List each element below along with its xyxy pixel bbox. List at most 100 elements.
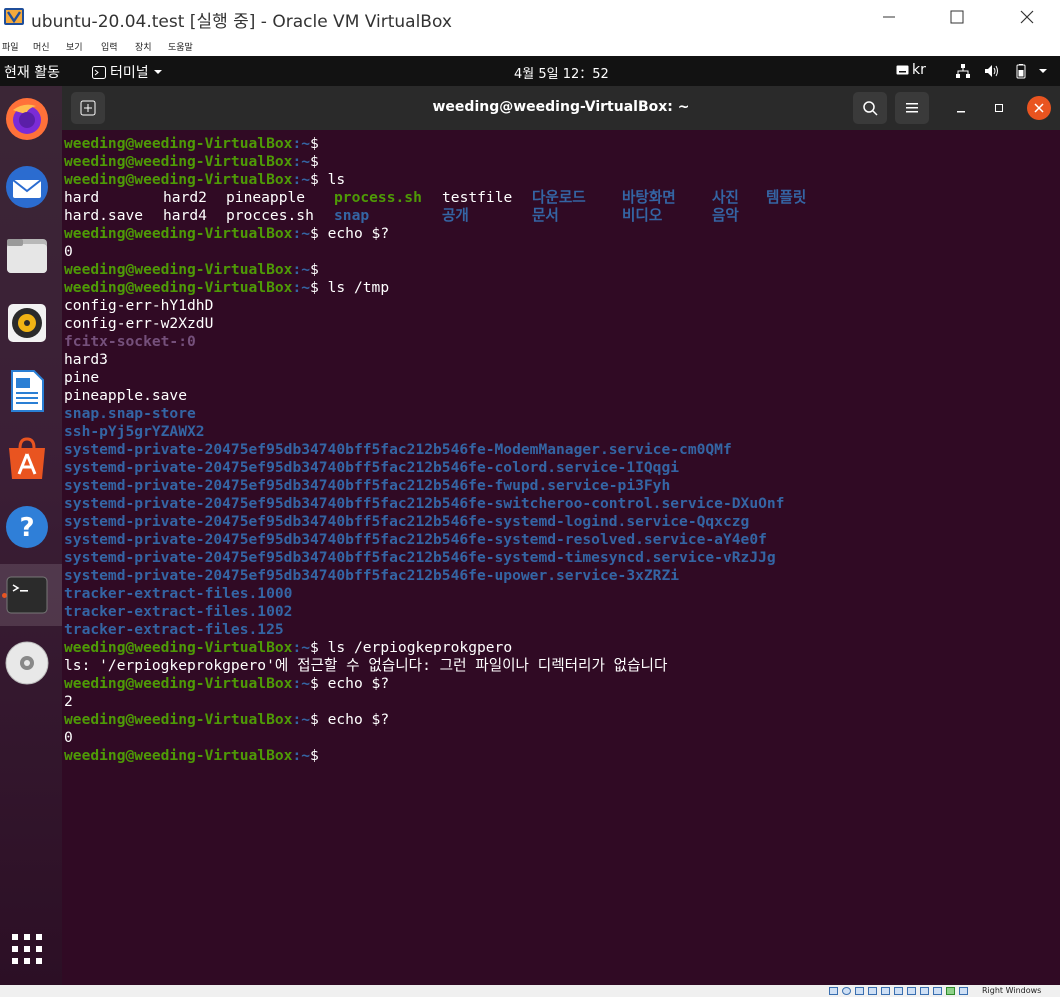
tmp-entry: systemd-private-20475ef95db34740bff5fac2… — [64, 441, 732, 458]
maximize-button[interactable] — [934, 0, 980, 34]
tmp-entry: ssh-pYj5grYZAWX2 — [64, 423, 205, 440]
clock[interactable]: 4월 5일 12：52 — [514, 63, 609, 82]
terminal-line: 2 — [64, 693, 73, 710]
menu-machine[interactable]: 머신 — [33, 40, 50, 53]
battery-icon[interactable] — [1013, 63, 1029, 79]
minimize-icon — [883, 16, 895, 18]
activities-button[interactable]: 현재 활동 — [4, 62, 60, 82]
firefox-icon — [6, 98, 48, 140]
tmp-entry: config-err-hY1dhD — [64, 297, 214, 314]
app-name: 터미널 — [110, 65, 149, 81]
tmp-entry: snap.snap-store — [64, 405, 196, 422]
display-icon[interactable] — [907, 987, 916, 995]
tmp-entry: pineapple.save — [64, 387, 188, 404]
terminal-headerbar: weeding@weeding-VirtualBox: ~ — [62, 86, 1060, 130]
error-line: ls: '/erpiogkeprokgpero'에 접근할 수 없습니다: 그런… — [64, 657, 668, 674]
dock-show-apps[interactable] — [4, 926, 50, 972]
svg-text:?: ? — [19, 513, 34, 543]
dock: ? — [0, 86, 62, 985]
tmp-entry: hard3 — [64, 351, 108, 368]
minimize-icon — [957, 111, 965, 113]
vm-menubar: 파일 머신 보기 입력 장치 도움말 — [0, 36, 1060, 56]
shared-folder-icon[interactable] — [894, 987, 903, 995]
dock-dvd[interactable] — [4, 640, 50, 686]
cpu-icon[interactable] — [933, 987, 942, 995]
dock-libreoffice-writer[interactable] — [4, 368, 50, 414]
search-icon — [863, 101, 878, 116]
terminal-minimize-button[interactable] — [949, 96, 973, 120]
dock-terminal[interactable] — [4, 572, 50, 618]
maximize-icon — [950, 10, 964, 24]
rhythmbox-icon — [8, 304, 46, 342]
tmp-entry: systemd-private-20475ef95db34740bff5fac2… — [64, 477, 671, 494]
keyboard-layout: kr — [912, 62, 926, 78]
ls-output-row: hard hard2 pineapple process.sh testfile… — [64, 189, 807, 206]
tmp-entry: fcitx-socket-:0 — [64, 333, 196, 350]
terminal-icon — [6, 576, 48, 614]
tmp-entry: pine — [64, 369, 100, 386]
terminal-small-icon — [92, 65, 106, 79]
optical-drive-icon[interactable] — [842, 987, 851, 995]
mouse-integration-icon[interactable] — [946, 987, 955, 995]
terminal-maximize-button[interactable] — [987, 96, 1011, 120]
dock-software[interactable] — [4, 436, 50, 482]
vm-statusbar: Right Windows — [0, 985, 1060, 997]
menu-help[interactable]: 도움말 — [168, 40, 193, 53]
ls-output-row: hard.save hard4 procces.sh snap 공개 문서 비디… — [64, 207, 739, 224]
dock-files[interactable] — [4, 232, 50, 278]
menu-view[interactable]: 보기 — [66, 40, 83, 53]
menu-button[interactable] — [895, 92, 929, 124]
menu-input[interactable]: 입력 — [101, 40, 118, 53]
dock-rhythmbox[interactable] — [4, 300, 50, 346]
virtualbox-icon — [4, 8, 24, 25]
tmp-entry: config-err-w2XzdU — [64, 315, 214, 332]
terminal-line: weeding@weeding-VirtualBox:~$ — [64, 135, 319, 152]
terminal-current-prompt: weeding@weeding-VirtualBox:~$ — [64, 747, 319, 764]
terminal-line: weeding@weeding-VirtualBox:~$ ls /erpiog… — [64, 639, 513, 656]
host-key-label: Right Windows — [982, 986, 1042, 995]
show-apps-icon — [12, 934, 42, 964]
dvd-icon — [5, 641, 49, 685]
terminal-line: weeding@weeding-VirtualBox:~$ echo $? — [64, 675, 390, 692]
vm-window-titlebar: ubuntu-20.04.test [실행 중] - Oracle VM Vir… — [0, 0, 1060, 36]
help-icon: ? — [6, 506, 48, 548]
gnome-topbar: 현재 활동 터미널 4월 5일 12：52 kr — [0, 56, 1060, 86]
hard-disk-icon[interactable] — [829, 987, 838, 995]
terminal-line: weeding@weeding-VirtualBox:~$ — [64, 153, 319, 170]
tmp-entry: tracker-extract-files.1002 — [64, 603, 293, 620]
terminal-line: weeding@weeding-VirtualBox:~$ echo $? — [64, 711, 390, 728]
dock-help[interactable]: ? — [4, 504, 50, 550]
terminal-output[interactable]: weeding@weeding-VirtualBox:~$ weeding@we… — [62, 130, 1060, 985]
tmp-entry: systemd-private-20475ef95db34740bff5fac2… — [64, 567, 680, 584]
close-icon — [1034, 103, 1044, 113]
network-icon[interactable] — [955, 63, 971, 79]
dock-firefox[interactable] — [4, 96, 50, 142]
software-icon — [9, 437, 45, 479]
tmp-entry: systemd-private-20475ef95db34740bff5fac2… — [64, 531, 767, 548]
keyboard-capture-icon[interactable] — [959, 987, 968, 995]
hamburger-icon — [906, 103, 918, 113]
network-adapter-icon[interactable] — [868, 987, 877, 995]
keyboard-icon — [896, 65, 909, 75]
tmp-entry: tracker-extract-files.125 — [64, 621, 284, 638]
volume-icon[interactable] — [984, 63, 1000, 79]
close-window-button[interactable] — [1004, 0, 1050, 34]
libreoffice-writer-icon — [11, 370, 44, 412]
chevron-down-icon[interactable] — [1037, 63, 1049, 79]
audio-icon[interactable] — [855, 987, 864, 995]
files-icon — [7, 239, 47, 273]
app-menu[interactable]: 터미널 — [92, 62, 163, 82]
usb-icon[interactable] — [881, 987, 890, 995]
tmp-entry: systemd-private-20475ef95db34740bff5fac2… — [64, 549, 776, 566]
video-capture-icon[interactable] — [920, 987, 929, 995]
terminal-line: 0 — [64, 729, 73, 746]
menu-file[interactable]: 파일 — [2, 40, 19, 53]
terminal-close-button[interactable] — [1027, 96, 1051, 120]
input-method-indicator[interactable]: kr — [896, 62, 926, 78]
tmp-entry: systemd-private-20475ef95db34740bff5fac2… — [64, 459, 680, 476]
minimize-button[interactable] — [866, 0, 912, 34]
search-button[interactable] — [853, 92, 887, 124]
dock-thunderbird[interactable] — [4, 164, 50, 210]
menu-devices[interactable]: 장치 — [135, 40, 152, 53]
tmp-entry: systemd-private-20475ef95db34740bff5fac2… — [64, 513, 750, 530]
